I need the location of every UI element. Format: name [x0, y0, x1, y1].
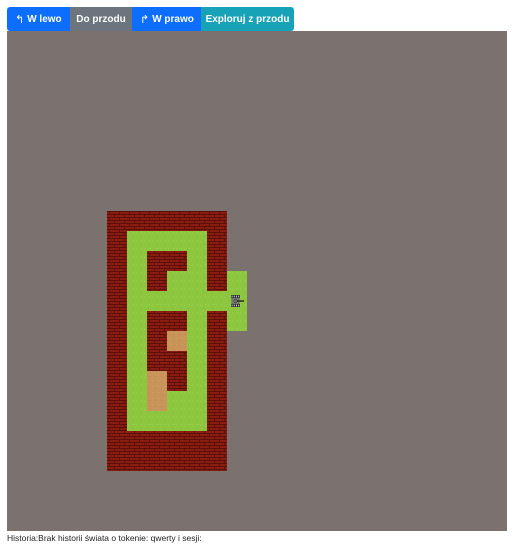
- grass-tile: [187, 371, 207, 391]
- brick-tile: [167, 311, 187, 331]
- brick-tile: [167, 371, 187, 391]
- grass-tile: [147, 411, 167, 431]
- brick-tile: [207, 371, 227, 391]
- grass-tile: [187, 351, 207, 371]
- grass-tile: [127, 351, 147, 371]
- brick-tile: [207, 311, 227, 331]
- brick-tile: [147, 251, 167, 271]
- brick-tile: [207, 451, 227, 471]
- brick-tile: [207, 391, 227, 411]
- grass-tile: [127, 311, 147, 331]
- grass-tile: [187, 311, 207, 331]
- brick-tile: [187, 431, 207, 451]
- action-toolbar: ↰ W lewo Do przodu ↱ W prawo Exploruj z …: [7, 7, 294, 31]
- brick-tile: [127, 431, 147, 451]
- brick-tile: [107, 411, 127, 431]
- grass-tile: [187, 391, 207, 411]
- brick-tile: [207, 231, 227, 251]
- brick-tile: [107, 271, 127, 291]
- brick-tile: [147, 451, 167, 471]
- brick-tile: [127, 451, 147, 471]
- brick-tile: [207, 251, 227, 271]
- grass-tile: [147, 231, 167, 251]
- grass-tile: [167, 291, 187, 311]
- game-map: [107, 211, 247, 471]
- grass-tile: [127, 391, 147, 411]
- grass-tile: [127, 231, 147, 251]
- turn-left-label: W lewo: [27, 13, 62, 25]
- forward-button[interactable]: Do przodu: [70, 7, 132, 31]
- brick-tile: [107, 351, 127, 371]
- grass-tile: [127, 411, 147, 431]
- brick-tile: [167, 251, 187, 271]
- grass-tile: [167, 271, 187, 291]
- history-status: Historia:Brak historii świata o tokenie:…: [7, 533, 202, 543]
- brick-tile: [207, 411, 227, 431]
- grass-tile: [167, 411, 187, 431]
- grass-tile: [167, 391, 187, 411]
- grass-tile: [187, 411, 207, 431]
- brick-tile: [167, 351, 187, 371]
- game-board: [7, 31, 507, 531]
- brick-tile: [107, 211, 127, 231]
- brick-tile: [107, 291, 127, 311]
- brick-tile: [207, 271, 227, 291]
- brick-tile: [147, 351, 167, 371]
- grass-tile: [227, 271, 247, 291]
- brick-tile: [167, 431, 187, 451]
- explore-forward-button[interactable]: Exploruj z przodu: [201, 7, 294, 31]
- grass-tile: [127, 371, 147, 391]
- brick-tile: [147, 431, 167, 451]
- brick-tile: [207, 211, 227, 231]
- brick-tile: [107, 331, 127, 351]
- sand-tile: [147, 371, 167, 391]
- brick-tile: [207, 331, 227, 351]
- brick-tile: [147, 211, 167, 231]
- forward-label: Do przodu: [76, 13, 126, 25]
- turn-right-button[interactable]: ↱ W prawo: [132, 7, 201, 31]
- grass-tile: [187, 291, 207, 311]
- grass-tile: [147, 291, 167, 311]
- brick-tile: [107, 431, 127, 451]
- turn-right-icon: ↱: [140, 13, 150, 26]
- turn-right-label: W prawo: [152, 13, 194, 25]
- sand-tile: [147, 391, 167, 411]
- brick-tile: [107, 311, 127, 331]
- explore-forward-label: Exploruj z przodu: [205, 13, 290, 25]
- grass-tile: [167, 231, 187, 251]
- grass-tile: [207, 291, 227, 311]
- brick-tile: [187, 451, 207, 471]
- turn-left-button[interactable]: ↰ W lewo: [7, 7, 70, 31]
- grass-tile: [127, 331, 147, 351]
- brick-tile: [167, 211, 187, 231]
- brick-tile: [147, 271, 167, 291]
- brick-tile: [147, 331, 167, 351]
- brick-tile: [187, 211, 207, 231]
- brick-tile: [107, 251, 127, 271]
- brick-tile: [207, 431, 227, 451]
- brick-tile: [147, 311, 167, 331]
- brick-tile: [167, 451, 187, 471]
- grass-tile: [127, 271, 147, 291]
- sand-tile: [167, 331, 187, 351]
- grass-tile: [187, 271, 207, 291]
- grass-tile: [127, 251, 147, 271]
- grass-tile: [187, 331, 207, 351]
- brick-tile: [107, 371, 127, 391]
- grass-tile: [127, 291, 147, 311]
- grass-tile: [187, 251, 207, 271]
- grass-tile: [227, 311, 247, 331]
- brick-tile: [107, 231, 127, 251]
- brick-tile: [107, 451, 127, 471]
- brick-tile: [207, 351, 227, 371]
- turn-left-icon: ↰: [15, 13, 25, 26]
- grass-tile: [187, 231, 207, 251]
- brick-tile: [107, 391, 127, 411]
- brick-tile: [127, 211, 147, 231]
